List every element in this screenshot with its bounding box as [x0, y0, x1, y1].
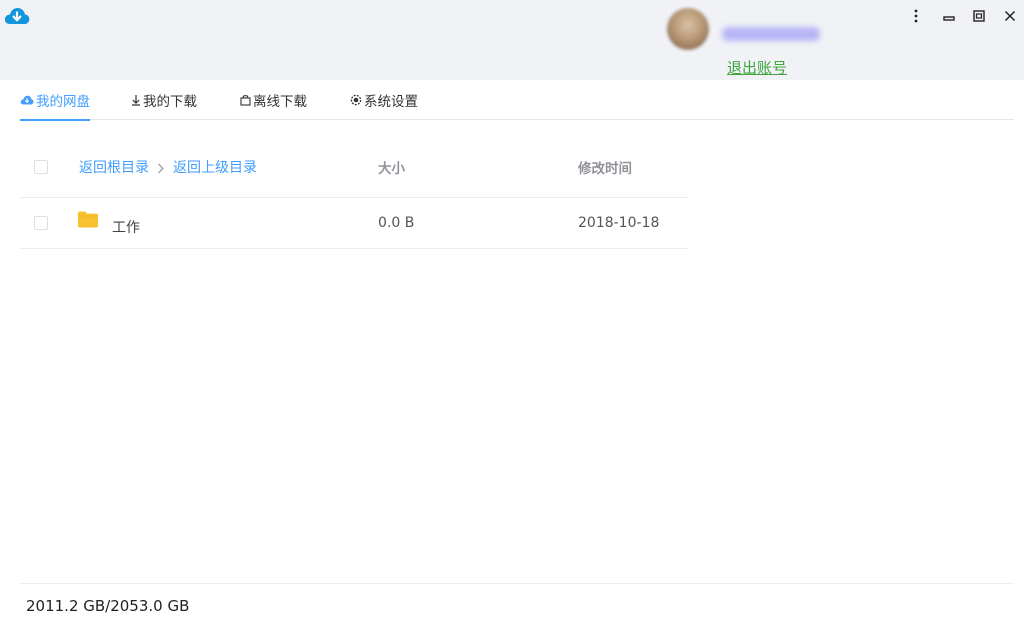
- offline-bag-icon: [240, 94, 251, 106]
- tab-label: 我的下载: [143, 94, 197, 110]
- title-bar: 退出账号: [0, 0, 1024, 80]
- tab-label: 我的网盘: [36, 94, 90, 110]
- file-size: 0.0 B: [378, 215, 415, 231]
- logout-link[interactable]: 退出账号: [727, 57, 787, 78]
- minimize-icon: [943, 10, 955, 22]
- back-to-parent-link[interactable]: 返回上级目录: [173, 157, 257, 177]
- restore-icon: [973, 10, 985, 22]
- chevron-right-icon: [157, 159, 164, 178]
- select-all-checkbox[interactable]: [34, 160, 48, 174]
- table-header: 返回根目录 返回上级目录 大小 修改时间: [20, 136, 688, 198]
- table-row[interactable]: 工作 0.0 B 2018-10-18: [20, 198, 688, 249]
- tab-offline-download[interactable]: 离线下载: [240, 80, 307, 120]
- cloud-download-icon: [4, 6, 30, 26]
- cloud-icon: [20, 94, 34, 106]
- storage-usage: 2011.2 GB/2053.0 GB: [26, 597, 190, 615]
- tab-label: 离线下载: [253, 94, 307, 110]
- back-to-root-link[interactable]: 返回根目录: [79, 157, 149, 177]
- footer-divider: [20, 583, 1014, 584]
- file-modified-date: 2018-10-18: [578, 215, 660, 231]
- gear-icon: [350, 94, 362, 106]
- column-header-modified[interactable]: 修改时间: [578, 157, 632, 177]
- folder-icon: [78, 211, 98, 232]
- username-blurred: [722, 27, 820, 41]
- more-vertical-icon: [914, 9, 918, 23]
- download-arrow-icon: [131, 94, 141, 106]
- tab-system-settings[interactable]: 系统设置: [350, 80, 418, 120]
- more-options-button[interactable]: [905, 6, 927, 26]
- tab-label: 系统设置: [364, 94, 418, 110]
- user-avatar[interactable]: [667, 8, 709, 50]
- column-header-size[interactable]: 大小: [378, 157, 405, 177]
- close-icon: [1004, 10, 1016, 22]
- tab-my-cloud-drive[interactable]: 我的网盘: [20, 80, 90, 121]
- file-table: 返回根目录 返回上级目录 大小 修改时间 工作 0.0 B 2018-10-18: [20, 136, 688, 249]
- restore-button[interactable]: [968, 6, 990, 26]
- row-checkbox[interactable]: [34, 216, 48, 230]
- app-window: 退出账号 我的网盘 我的下载 离线下载 系统设置 返回根目录 返回上级目录 大小…: [0, 0, 1024, 629]
- file-name[interactable]: 工作: [112, 217, 140, 237]
- close-button[interactable]: [999, 6, 1021, 26]
- tab-my-downloads[interactable]: 我的下载: [131, 80, 197, 120]
- minimize-button[interactable]: [938, 6, 960, 26]
- main-tabs: 我的网盘 我的下载 离线下载 系统设置: [20, 80, 1014, 121]
